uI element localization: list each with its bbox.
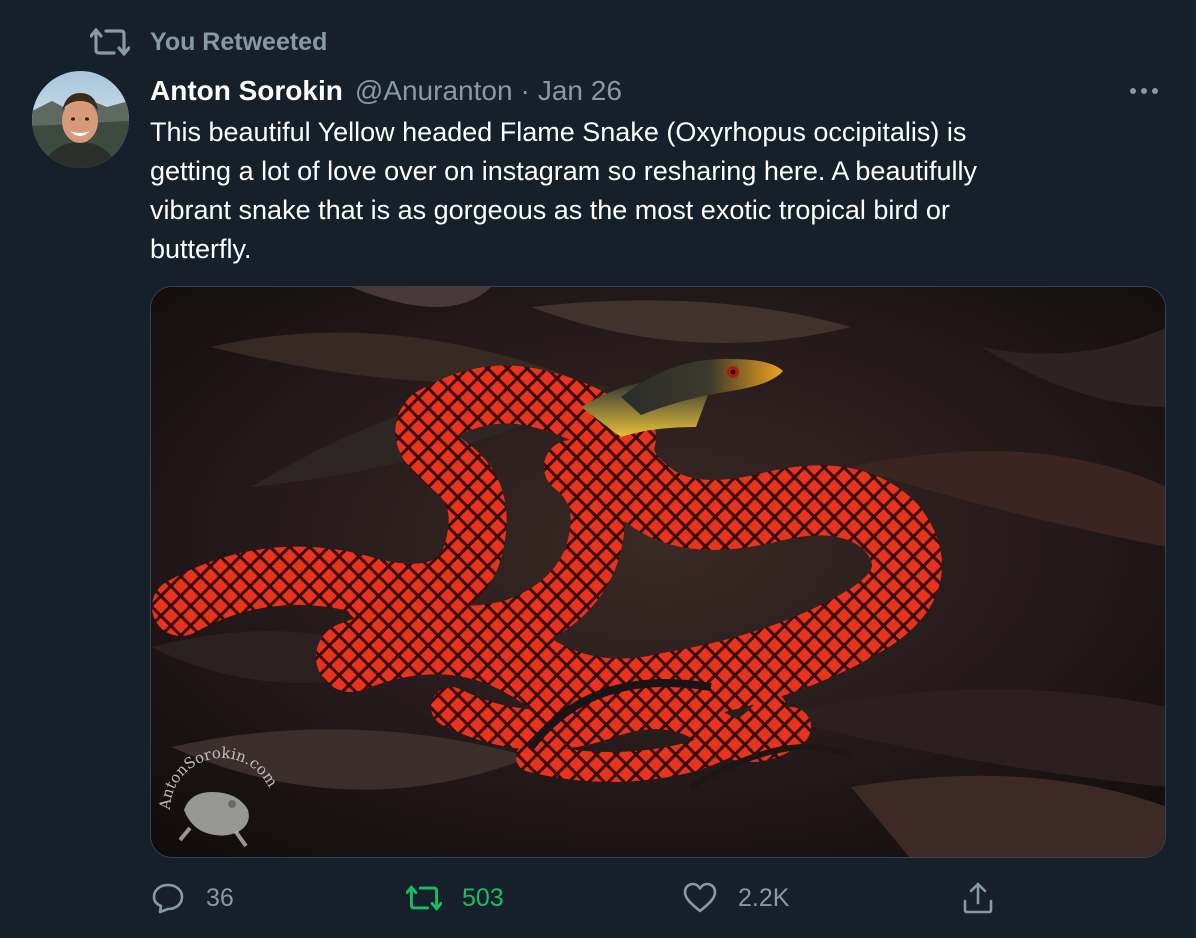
- avatar[interactable]: [32, 71, 129, 168]
- more-options-button[interactable]: [1126, 78, 1162, 104]
- share-button[interactable]: [960, 876, 1016, 920]
- retweet-button[interactable]: 503: [406, 876, 504, 920]
- tweet[interactable]: You Retweeted Anton Sorokin @Anuranton ·…: [0, 0, 1196, 938]
- tweet-header: Anton Sorokin @Anuranton · Jan 26: [150, 72, 622, 110]
- retweet-banner: You Retweeted: [90, 26, 327, 58]
- watermark-logo: AntonSorokin.com: [150, 740, 290, 860]
- retweet-icon: [90, 26, 130, 58]
- retweet-banner-label: You Retweeted: [150, 27, 328, 56]
- reply-count: 36: [206, 883, 234, 912]
- like-button[interactable]: 2.2K: [682, 876, 789, 920]
- retweet-icon: [406, 880, 442, 916]
- tweet-text-line: This beautiful Yellow headed Flame Snake…: [150, 117, 967, 147]
- separator-dot: ·: [520, 75, 530, 106]
- author-handle[interactable]: @Anuranton: [355, 75, 513, 107]
- tweet-actions: 36 503 2.2K: [150, 876, 1150, 920]
- retweet-count: 503: [462, 883, 504, 912]
- snake-photo: [151, 287, 1165, 857]
- tweet-text: This beautiful Yellow headed Flame Snake…: [150, 113, 1150, 269]
- tweet-text-line: getting a lot of love over on instagram …: [150, 156, 977, 186]
- tweet-text-line: vibrant snake that is as gorgeous as the…: [150, 195, 950, 225]
- like-count: 2.2K: [738, 883, 790, 912]
- reply-icon: [150, 880, 186, 916]
- share-icon: [960, 880, 996, 916]
- author-name[interactable]: Anton Sorokin: [150, 75, 343, 107]
- tweet-text-line: butterfly.: [150, 234, 252, 264]
- tweet-date[interactable]: Jan 26: [538, 75, 622, 107]
- reply-button[interactable]: 36: [150, 876, 234, 920]
- more-icon: [1129, 82, 1159, 100]
- tweet-image[interactable]: [150, 286, 1166, 858]
- heart-icon: [682, 880, 718, 916]
